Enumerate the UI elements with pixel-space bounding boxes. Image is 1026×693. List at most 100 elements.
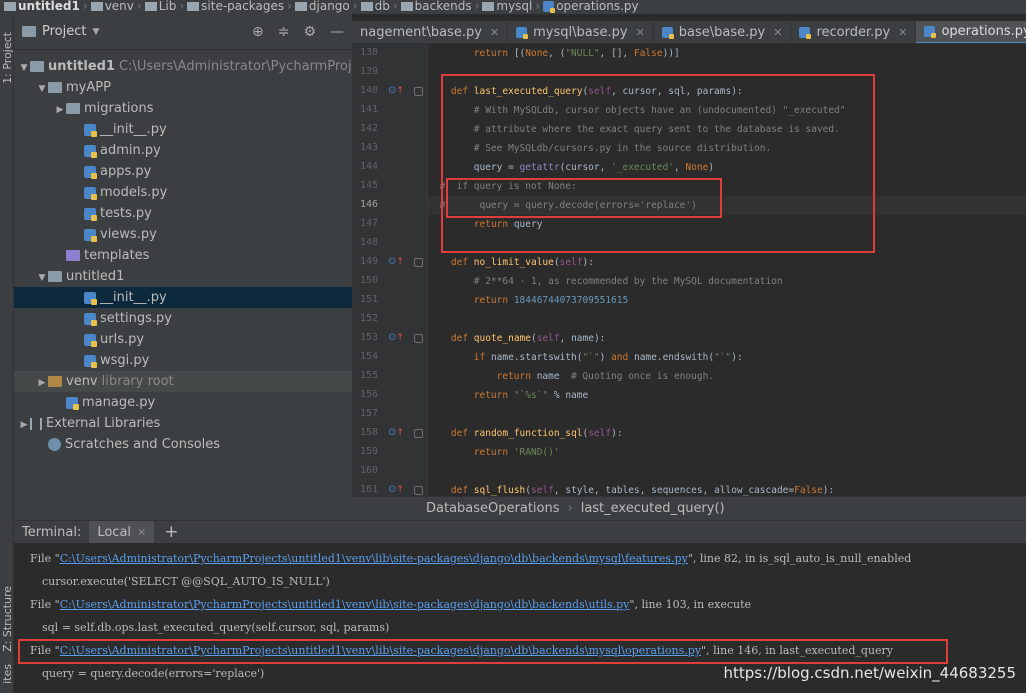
tree-item[interactable]: ▶ External Libraries	[14, 413, 352, 434]
fold-icon[interactable]	[414, 87, 423, 96]
code-editor[interactable]: 138 139 140 ⊙↑ 141 142 143 144 145 146 147 148 149 ⊙↑…	[352, 44, 1026, 496]
file-path-link[interactable]: C:\Users\Administrator\PycharmProjects\u…	[60, 552, 688, 565]
hide-icon[interactable]: —	[330, 24, 344, 40]
arrow-up-icon[interactable]: ↑	[396, 86, 404, 96]
chevron-down-icon[interactable]: ▼	[36, 268, 48, 289]
line-number: 148	[359, 237, 378, 248]
arrow-up-icon[interactable]: ↑	[396, 333, 404, 343]
terminal-text: ", line 146, in last_executed_query	[701, 644, 894, 657]
code-line[interactable]: return "`%s`" % name	[428, 386, 1026, 405]
tree-item[interactable]: tests.py	[14, 203, 352, 224]
breadcrumb-item[interactable]: backends	[415, 0, 472, 13]
tree-item[interactable]: ▶ venv library root	[14, 371, 352, 392]
chevron-down-icon[interactable]: ▼	[36, 79, 48, 100]
close-icon[interactable]: ✕	[490, 21, 499, 43]
line-number: 152	[359, 313, 378, 324]
new-terminal-button[interactable]: +	[154, 522, 188, 542]
project-panel-title[interactable]: Project	[42, 24, 86, 39]
breadcrumb-item[interactable]: Lib	[159, 0, 177, 13]
collapse-icon[interactable]: ≑	[278, 24, 290, 40]
tree-item[interactable]: apps.py	[14, 161, 352, 182]
editor-tab[interactable]: base\base.py ✕	[654, 21, 792, 43]
code-line[interactable]: return 'RAND()'	[428, 443, 1026, 462]
breadcrumb-item[interactable]: operations.py	[556, 0, 638, 13]
code-line[interactable]: def quote_name(self, name):	[428, 329, 1026, 348]
tree-item[interactable]: __init__.py	[14, 119, 352, 140]
tree-item-label: settings.py	[100, 311, 172, 326]
tree-item[interactable]: admin.py	[14, 140, 352, 161]
terminal-tab-local[interactable]: Local ✕	[89, 520, 155, 544]
tree-item[interactable]: __init__.py	[14, 287, 352, 308]
tree-item[interactable]: templates	[14, 245, 352, 266]
terminal-text: File "	[30, 644, 60, 657]
tree-item[interactable]: Scratches and Consoles	[14, 434, 352, 455]
line-number: 139	[359, 66, 378, 77]
editor-tab[interactable]: recorder.py ✕	[791, 21, 917, 43]
code-line[interactable]: return [(None, ("NULL", [], False))]	[428, 44, 1026, 63]
line-number: 157	[359, 408, 378, 419]
close-icon[interactable]: ✕	[636, 21, 645, 43]
gear-icon[interactable]: ⚙	[303, 24, 316, 40]
favorites-tool-tab[interactable]: ites	[1, 664, 14, 684]
close-icon[interactable]: ✕	[137, 521, 146, 544]
code-breadcrumb-method[interactable]: last_executed_query()	[581, 501, 725, 516]
fold-icon[interactable]	[414, 258, 423, 267]
highlight-box-commented-lines	[446, 178, 722, 218]
line-number: 153	[359, 332, 378, 343]
arrow-up-icon[interactable]: ↑	[396, 428, 404, 438]
tree-item[interactable]: settings.py	[14, 308, 352, 329]
breadcrumb-item[interactable]: django	[309, 0, 350, 13]
chevron-right-icon[interactable]: ▶	[36, 373, 48, 394]
breadcrumb-item[interactable]: untitled1	[18, 0, 80, 13]
tree-item[interactable]: ▼ untitled1 C:\Users\Administrator\Pycharm…	[14, 56, 383, 79]
chevron-right-icon[interactable]: ▶	[54, 100, 66, 121]
structure-tool-tab[interactable]: Z: Structure	[1, 586, 14, 652]
locate-icon[interactable]: ⊕	[252, 24, 264, 40]
editor-tab[interactable]: nagement\base.py ✕	[352, 21, 509, 43]
breadcrumb-item[interactable]: mysql	[496, 0, 532, 13]
file-path-link[interactable]: C:\Users\Administrator\PycharmProjects\u…	[60, 644, 701, 657]
arrow-up-icon[interactable]: ↑	[396, 257, 404, 267]
tree-item[interactable]: ▼ untitled1	[14, 266, 352, 287]
tree-item[interactable]: ▶ migrations	[14, 98, 352, 119]
folder-icon	[48, 271, 62, 282]
code-line[interactable]	[428, 462, 1026, 481]
editor-tab[interactable]: mysql\base.py ✕	[508, 21, 654, 43]
code-breadcrumb-class[interactable]: DatabaseOperations	[426, 501, 560, 516]
code-line[interactable]: # 2**64 - 1, as recommended by the MySQL…	[428, 272, 1026, 291]
fold-icon[interactable]	[414, 486, 423, 495]
code-line[interactable]: def no_limit_value(self):	[428, 253, 1026, 272]
code-line[interactable]: return 18446744073709551615	[428, 291, 1026, 310]
tree-item[interactable]: models.py	[14, 182, 352, 203]
close-icon[interactable]: ✕	[898, 21, 907, 43]
chevron-down-icon[interactable]: ▼	[18, 58, 30, 79]
tree-item[interactable]: wsgi.py	[14, 350, 352, 371]
code-line[interactable]: def random_function_sql(self):	[428, 424, 1026, 443]
tree-item[interactable]: views.py	[14, 224, 352, 245]
tree-item-label: __init__.py	[100, 290, 167, 305]
file-path-link[interactable]: C:\Users\Administrator\PycharmProjects\u…	[60, 598, 630, 611]
breadcrumb-separator: ›	[136, 0, 142, 13]
breadcrumb-item[interactable]: site-packages	[201, 0, 284, 13]
breadcrumb-separator: ›	[352, 0, 358, 13]
fold-icon[interactable]	[414, 334, 423, 343]
close-icon[interactable]: ✕	[773, 21, 782, 43]
code-line[interactable]	[428, 310, 1026, 329]
chevron-right-icon[interactable]: ▶	[18, 415, 30, 436]
code-line[interactable]	[428, 405, 1026, 424]
code-line[interactable]: return name # Quoting once is enough.	[428, 367, 1026, 386]
code-line[interactable]: if name.startswith("`") and name.endswit…	[428, 348, 1026, 367]
chevron-down-icon[interactable]: ▼	[92, 27, 99, 37]
editor-tab[interactable]: operations.py✕	[916, 21, 1026, 43]
fold-icon[interactable]	[414, 429, 423, 438]
code-line[interactable]: def sql_flush(self, style, tables, seque…	[428, 481, 1026, 496]
tree-item-label: untitled1	[66, 269, 125, 284]
breadcrumb-item[interactable]: db	[375, 0, 390, 13]
tree-item[interactable]: urls.py	[14, 329, 352, 350]
tree-item[interactable]: manage.py	[14, 392, 352, 413]
project-tool-tab[interactable]: 1: Project	[1, 32, 14, 84]
arrow-up-icon[interactable]: ↑	[396, 485, 404, 495]
breadcrumb-item[interactable]: venv	[105, 0, 134, 13]
tree-item[interactable]: ▼ myAPP	[14, 77, 352, 98]
tree-item-label: External Libraries	[46, 416, 161, 431]
